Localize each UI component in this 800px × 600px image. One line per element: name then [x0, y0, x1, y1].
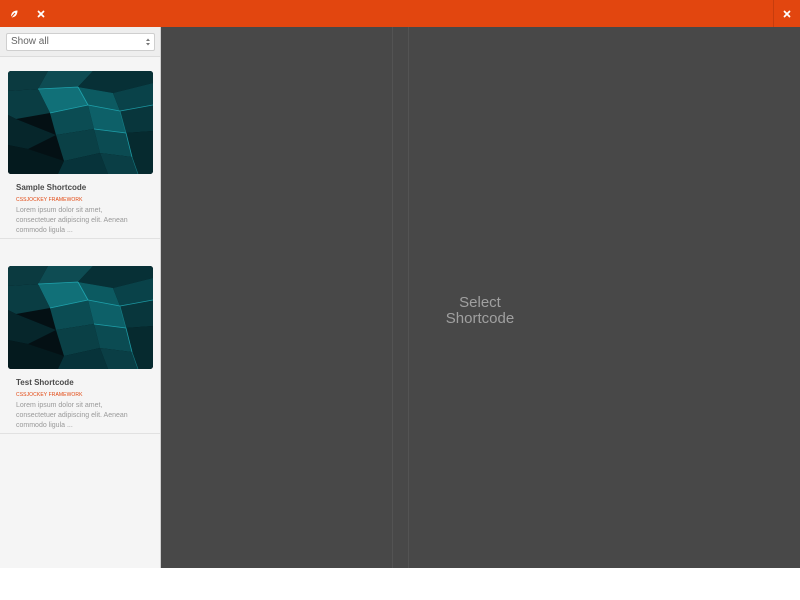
shortcode-thumbnail — [8, 71, 153, 174]
shortcode-title: Test Shortcode — [16, 378, 74, 387]
shortcode-card[interactable]: Sample Shortcode CSSJOCKEY FRAMEWORK Lor… — [0, 57, 160, 239]
preview-area: Select Shortcode — [161, 27, 800, 568]
filter-selected-value: Show all — [11, 36, 49, 47]
guide-line — [392, 27, 393, 568]
shortcode-card[interactable]: Test Shortcode CSSJOCKEY FRAMEWORK Lorem… — [0, 252, 160, 434]
shortcode-title: Sample Shortcode — [16, 183, 87, 192]
placeholder-line: Select — [459, 294, 501, 311]
filter-bar: Show all — [0, 27, 160, 57]
select-arrows-icon — [146, 38, 150, 46]
select-shortcode-placeholder: Select Shortcode — [410, 295, 550, 327]
shortcode-thumbnail — [8, 266, 153, 369]
leaf-logo-icon[interactable] — [0, 0, 27, 27]
guide-line — [408, 27, 409, 568]
shortcode-description: Lorem ipsum dolor sit amet, consectetuer… — [16, 207, 128, 234]
shortcode-description: Lorem ipsum dolor sit amet, consectetuer… — [16, 402, 128, 429]
sidebar: Show all Sample Shortcode CSSJOCKEY FRAM… — [0, 27, 161, 568]
close-icon[interactable] — [773, 0, 800, 27]
placeholder-line: Shortcode — [445, 310, 515, 327]
filter-select[interactable]: Show all — [6, 33, 155, 51]
close-icon[interactable] — [27, 0, 54, 27]
shortcode-category: CSSJOCKEY FRAMEWORK — [16, 197, 83, 203]
shortcode-category: CSSJOCKEY FRAMEWORK — [16, 392, 83, 398]
top-bar — [0, 0, 800, 27]
